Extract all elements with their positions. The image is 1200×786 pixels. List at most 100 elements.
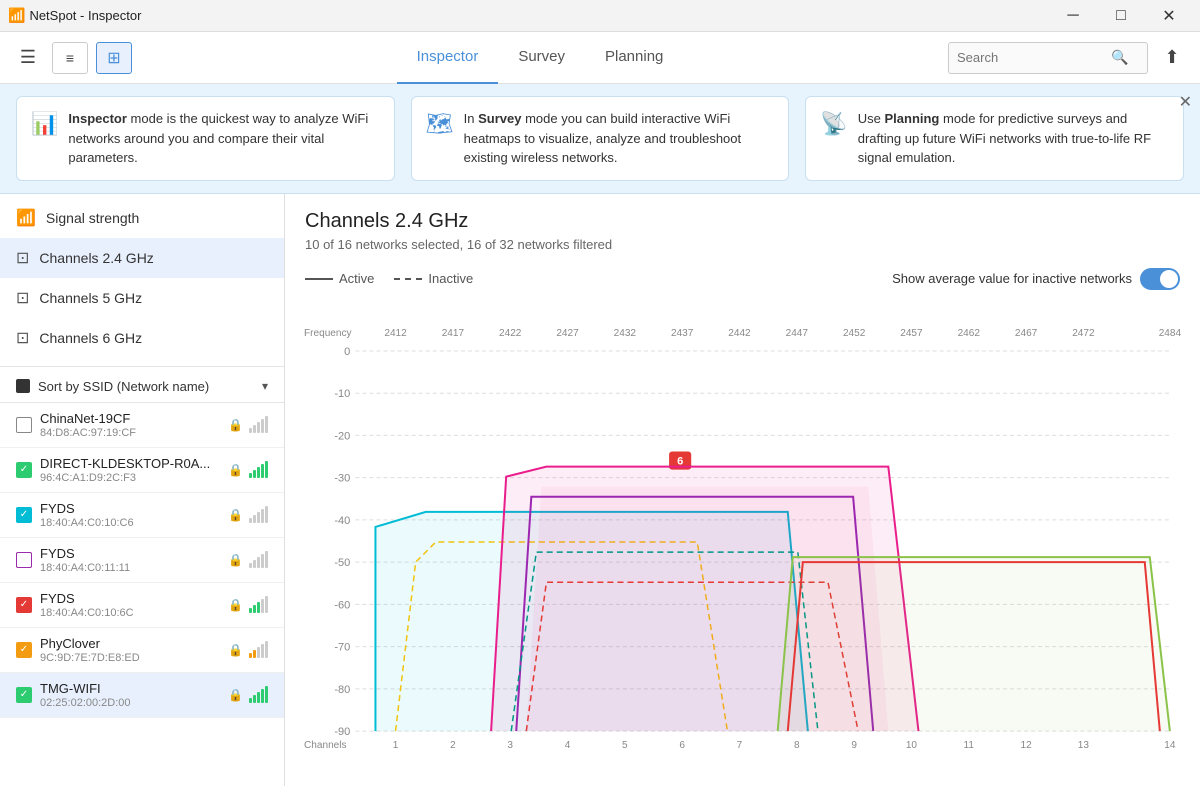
window-controls: ─ □ ✕ bbox=[1050, 0, 1192, 32]
network-item[interactable]: ✓ PhyClover 9C:9D:7E:7D:E8:ED 🔒 bbox=[0, 628, 284, 673]
card-view-button[interactable]: ⊞ bbox=[96, 42, 132, 74]
network-mac-5: 18:40:A4:C0:10:6C bbox=[40, 607, 220, 619]
channels-5-label: Channels 5 GHz bbox=[39, 290, 142, 306]
bar bbox=[253, 560, 256, 568]
svg-text:2457: 2457 bbox=[900, 327, 923, 338]
network-item[interactable]: ✓ DIRECT-KLDESKTOP-R0A... 96:4C:A1:D9:2C… bbox=[0, 448, 284, 493]
signal-bars-7 bbox=[249, 686, 268, 703]
network-checkbox-5[interactable]: ✓ bbox=[16, 597, 32, 613]
network-info-5: FYDS 18:40:A4:C0:10:6C bbox=[40, 591, 220, 619]
bar bbox=[257, 467, 260, 478]
menu-button[interactable]: ☰ bbox=[12, 42, 44, 74]
bar bbox=[253, 695, 256, 703]
network-info-2: DIRECT-KLDESKTOP-R0A... 96:4C:A1:D9:2C:F… bbox=[40, 456, 220, 484]
network-item[interactable]: ✓ FYDS 18:40:A4:C0:10:6C 🔒 bbox=[0, 583, 284, 628]
tab-planning[interactable]: Planning bbox=[585, 32, 683, 84]
bar bbox=[249, 608, 252, 613]
legend-inactive-line bbox=[394, 278, 422, 280]
network-checkbox-2[interactable]: ✓ bbox=[16, 462, 32, 478]
channels-6-label: Channels 6 GHz bbox=[39, 330, 142, 346]
svg-text:5: 5 bbox=[622, 740, 628, 751]
svg-text:-70: -70 bbox=[334, 641, 350, 653]
survey-card-text: In Survey mode you can build interactive… bbox=[464, 109, 775, 168]
sidebar-item-signal-strength[interactable]: 📶 Signal strength bbox=[0, 198, 284, 238]
network-item[interactable]: ✓ FYDS 18:40:A4:C0:10:C6 🔒 bbox=[0, 493, 284, 538]
svg-text:1: 1 bbox=[393, 740, 399, 751]
network-mac-6: 9C:9D:7E:7D:E8:ED bbox=[40, 652, 220, 664]
lock-icon-4: 🔒 bbox=[228, 553, 243, 567]
bar bbox=[261, 599, 264, 613]
svg-text:2422: 2422 bbox=[499, 327, 522, 338]
tab-survey[interactable]: Survey bbox=[498, 32, 585, 84]
share-button[interactable]: ⬆ bbox=[1156, 42, 1188, 74]
network-ssid-4: FYDS bbox=[40, 546, 220, 561]
svg-text:-60: -60 bbox=[334, 599, 350, 611]
show-inactive-label: Show average value for inactive networks bbox=[892, 271, 1132, 286]
bar bbox=[253, 470, 256, 478]
svg-text:-10: -10 bbox=[334, 388, 350, 400]
network-checkbox-7[interactable]: ✓ bbox=[16, 687, 32, 703]
network-item[interactable]: ChinaNet-19CF 84:D8:AC:97:19:CF 🔒 bbox=[0, 403, 284, 448]
svg-text:Frequency: Frequency bbox=[304, 327, 351, 338]
svg-text:2484: 2484 bbox=[1159, 327, 1182, 338]
bar bbox=[265, 461, 268, 478]
svg-text:-50: -50 bbox=[334, 557, 350, 569]
info-card-inspector: 📊 Inspector mode is the quickest way to … bbox=[16, 96, 395, 181]
legend-active-label: Active bbox=[339, 271, 374, 286]
list-view-button[interactable]: ≡ bbox=[52, 42, 88, 74]
svg-text:13: 13 bbox=[1078, 740, 1090, 751]
network-ssid-7: TMG-WIFI bbox=[40, 681, 220, 696]
bar bbox=[265, 641, 268, 658]
legend-inactive: Inactive bbox=[394, 271, 473, 286]
network-checkbox-1[interactable] bbox=[16, 417, 32, 433]
svg-text:9: 9 bbox=[851, 740, 857, 751]
channels-5-icon: ⊡ bbox=[16, 288, 29, 308]
network-checkbox-6[interactable]: ✓ bbox=[16, 642, 32, 658]
svg-text:2437: 2437 bbox=[671, 327, 694, 338]
svg-text:2447: 2447 bbox=[786, 327, 809, 338]
legend-inactive-label: Inactive bbox=[428, 271, 473, 286]
chart-svg-container: 0 -10 -20 -30 -40 -50 -60 -70 -80 -90 Fr… bbox=[285, 298, 1200, 786]
svg-text:7: 7 bbox=[737, 740, 743, 751]
info-banner: 📊 Inspector mode is the quickest way to … bbox=[0, 84, 1200, 194]
sidebar-item-channels-24[interactable]: ⊡ Channels 2.4 GHz bbox=[0, 238, 284, 278]
titlebar-title: NetSpot - Inspector bbox=[29, 8, 141, 23]
network-signal-7: 🔒 bbox=[228, 686, 268, 703]
network-item[interactable]: FYDS 18:40:A4:C0:11:11 🔒 bbox=[0, 538, 284, 583]
signal-strength-icon: 📶 bbox=[16, 208, 36, 228]
legend-active: Active bbox=[305, 271, 374, 286]
network-info-1: ChinaNet-19CF 84:D8:AC:97:19:CF bbox=[40, 411, 220, 439]
banner-close-button[interactable]: ✕ bbox=[1179, 92, 1192, 112]
network-item[interactable]: ✓ TMG-WIFI 02:25:02:00:2D:00 🔒 bbox=[0, 673, 284, 718]
network-checkbox-3[interactable]: ✓ bbox=[16, 507, 32, 523]
sort-dropdown-icon[interactable]: ▾ bbox=[262, 379, 268, 393]
search-input[interactable] bbox=[957, 50, 1107, 65]
bar bbox=[253, 650, 256, 658]
bar bbox=[249, 428, 252, 433]
sidebar-item-channels-5[interactable]: ⊡ Channels 5 GHz bbox=[0, 278, 284, 318]
card-view-icon: ⊞ bbox=[107, 48, 120, 68]
toggle-thumb bbox=[1160, 270, 1178, 288]
info-card-planning: 📡 Use Planning mode for predictive surve… bbox=[805, 96, 1184, 181]
bar bbox=[253, 425, 256, 433]
titlebar: 📶 NetSpot - Inspector ─ □ ✕ bbox=[0, 0, 1200, 32]
network-ssid-6: PhyClover bbox=[40, 636, 220, 651]
svg-text:2452: 2452 bbox=[843, 327, 866, 338]
svg-text:3: 3 bbox=[507, 740, 513, 751]
inactive-toggle[interactable] bbox=[1140, 268, 1180, 290]
bar bbox=[249, 518, 252, 523]
bar bbox=[261, 554, 264, 568]
channels-chart: 0 -10 -20 -30 -40 -50 -60 -70 -80 -90 Fr… bbox=[295, 298, 1190, 776]
svg-text:4: 4 bbox=[565, 740, 571, 751]
minimize-button[interactable]: ─ bbox=[1050, 0, 1096, 32]
close-button[interactable]: ✕ bbox=[1146, 0, 1192, 32]
lock-icon-7: 🔒 bbox=[228, 688, 243, 702]
network-info-7: TMG-WIFI 02:25:02:00:2D:00 bbox=[40, 681, 220, 709]
sidebar-item-channels-6[interactable]: ⊡ Channels 6 GHz bbox=[0, 318, 284, 358]
network-checkbox-4[interactable] bbox=[16, 552, 32, 568]
chart-subtitle: 10 of 16 networks selected, 16 of 32 net… bbox=[305, 237, 1180, 252]
tab-inspector[interactable]: Inspector bbox=[397, 32, 499, 84]
maximize-button[interactable]: □ bbox=[1098, 0, 1144, 32]
bar bbox=[261, 419, 264, 433]
bar bbox=[265, 686, 268, 703]
